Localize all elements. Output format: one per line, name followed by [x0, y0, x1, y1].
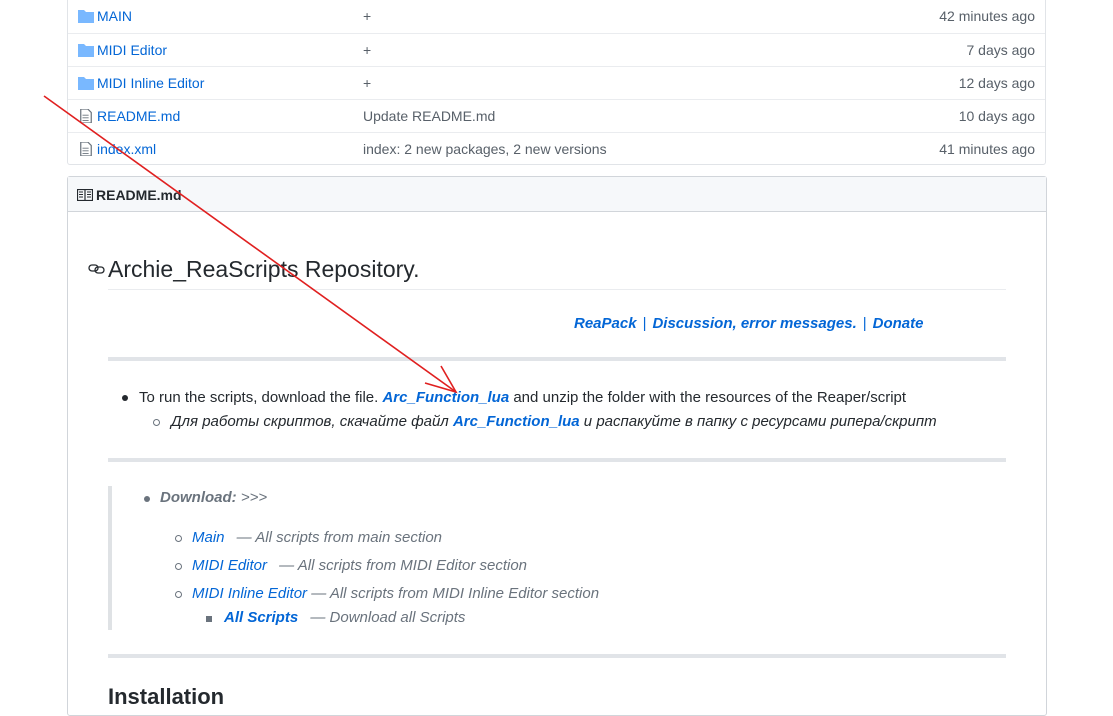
folder-icon	[78, 77, 94, 90]
all-scripts-item: All Scripts — Download all Scripts	[224, 609, 465, 626]
commit-age: 10 days ago	[958, 108, 1035, 124]
commit-message-link[interactable]: +	[363, 8, 371, 24]
dash: —	[232, 529, 256, 546]
run-scripts-text-ru: Для работы скриптов, скачайте файл Arc_F…	[171, 413, 937, 430]
bullet-disc	[122, 395, 128, 401]
file-list: MAIN + 42 minutes ago MIDI Editor + 7 da…	[67, 0, 1046, 165]
file-row: README.md Update README.md 10 days ago	[68, 99, 1045, 132]
bullet-circle	[175, 563, 182, 570]
download-arrows: >>>	[236, 489, 268, 506]
file-name-link[interactable]: MAIN	[97, 8, 132, 24]
commit-message-link[interactable]: +	[363, 42, 371, 58]
download-desc: All scripts from MIDI Inline Editor sect…	[329, 585, 600, 602]
file-icon	[80, 109, 92, 123]
horizontal-rule	[108, 357, 1006, 361]
download-item: Main — All scripts from main section	[192, 529, 442, 546]
blockquote-bar	[108, 486, 112, 630]
bullet-circle	[153, 419, 160, 426]
bullet-disc	[144, 496, 150, 502]
file-name-link[interactable]: index.xml	[97, 141, 156, 157]
text-span: и распакуйте в папку с ресурсами рипера/…	[579, 413, 937, 430]
main-download-link[interactable]: Main	[192, 529, 225, 546]
download-desc: All scripts from MIDI Editor section	[297, 557, 528, 574]
readme-heading: Archie_ReaScripts Repository.	[108, 256, 1006, 290]
file-name-link[interactable]: README.md	[97, 108, 180, 124]
folder-icon	[78, 10, 94, 23]
commit-message-link[interactable]: +	[363, 75, 371, 91]
commit-age: 12 days ago	[958, 75, 1035, 91]
file-name-link[interactable]: MIDI Inline Editor	[97, 75, 204, 91]
download-item: MIDI Inline Editor — All scripts from MI…	[192, 585, 599, 602]
donate-link[interactable]: Donate	[873, 315, 924, 332]
midi-editor-download-link[interactable]: MIDI Editor	[192, 557, 267, 574]
download-desc: All scripts from main section	[255, 529, 443, 546]
run-scripts-text: To run the scripts, download the file. A…	[139, 389, 906, 406]
text-span: Для работы скриптов, скачайте файл	[171, 413, 453, 430]
readme-header: README.md	[68, 177, 1046, 212]
bullet-circle	[175, 535, 182, 542]
all-scripts-link[interactable]: All Scripts	[224, 609, 298, 626]
text-span: To run the scripts, download the file.	[139, 389, 383, 406]
bullet-circle	[175, 591, 182, 598]
midi-inline-editor-download-link[interactable]: MIDI Inline Editor	[192, 585, 307, 602]
installation-heading: Installation	[108, 684, 225, 709]
dash: —	[306, 609, 330, 626]
link-separator: |	[862, 315, 867, 332]
commit-message-link[interactable]: Update README.md	[363, 108, 495, 124]
folder-icon	[78, 44, 94, 57]
readme-title: README.md	[96, 187, 182, 203]
dash: —	[307, 585, 330, 602]
download-desc: Download all Scripts	[329, 609, 466, 626]
arc-function-link-ru[interactable]: Arc_Function_lua	[453, 413, 580, 430]
horizontal-rule	[108, 458, 1006, 462]
arc-function-link[interactable]: Arc_Function_lua	[382, 389, 509, 406]
file-row: index.xml index: 2 new packages, 2 new v…	[68, 132, 1045, 165]
book-icon	[77, 189, 93, 201]
dash: —	[275, 557, 298, 574]
horizontal-rule	[108, 654, 1006, 658]
file-icon	[80, 142, 92, 156]
file-row: MIDI Editor + 7 days ago	[68, 33, 1045, 66]
text-span: and unzip the folder with the resources …	[509, 389, 907, 406]
file-row: MAIN + 42 minutes ago	[68, 0, 1045, 33]
commit-age: 42 minutes ago	[939, 8, 1035, 24]
reapack-link[interactable]: ReaPack	[574, 315, 637, 332]
link-separator: |	[642, 315, 647, 332]
anchor-link-icon[interactable]	[88, 262, 106, 276]
bullet-square	[206, 616, 212, 622]
file-row: MIDI Inline Editor + 12 days ago	[68, 66, 1045, 99]
commit-message-link[interactable]: index: 2 new packages, 2 new versions	[363, 141, 607, 157]
commit-age: 7 days ago	[966, 42, 1036, 58]
top-links: ReaPack | Discussion, error messages. | Dona…	[574, 315, 923, 332]
download-item: MIDI Editor — All scripts from MIDI Edit…	[192, 557, 527, 574]
file-name-link[interactable]: MIDI Editor	[97, 42, 167, 58]
download-label-text: Download:	[160, 489, 237, 506]
download-label: Download: >>>	[160, 489, 267, 506]
discussion-link[interactable]: Discussion, error messages.	[652, 315, 856, 332]
commit-age: 41 minutes ago	[939, 141, 1035, 157]
